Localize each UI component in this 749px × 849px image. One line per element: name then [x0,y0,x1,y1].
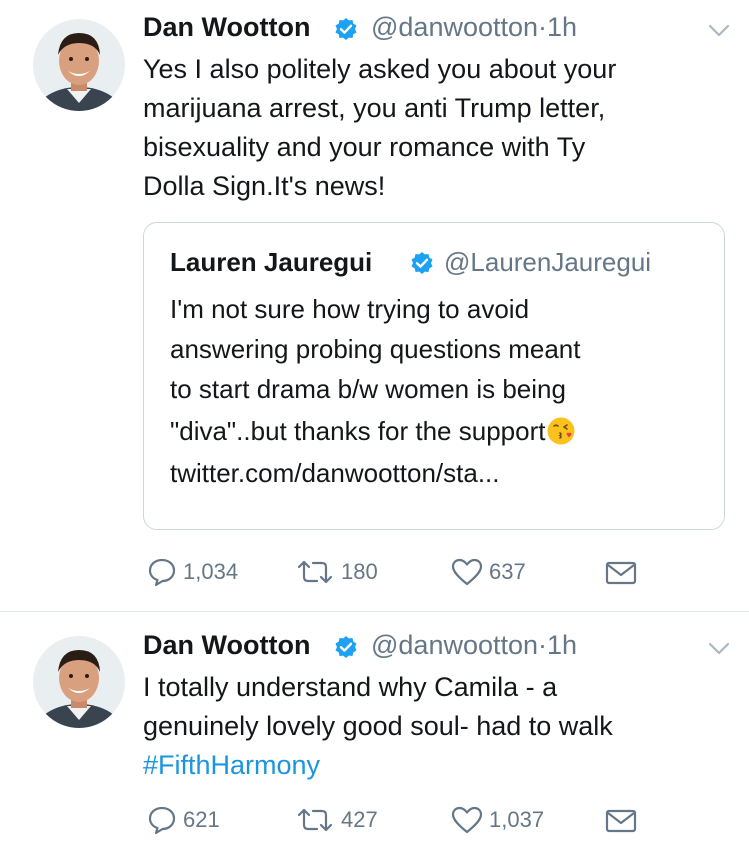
like-count: 637 [489,559,526,584]
separator: · [538,12,548,42]
quoted-text: "diva"..but thanks for the support [170,416,546,446]
retweet-icon [295,805,335,835]
quoted-text-line: answering probing questions meant [170,334,581,364]
handle-text: @danwootton [371,12,539,42]
separator: · [538,630,548,660]
retweet-count: 180 [341,559,378,584]
quoted-text-line: "diva"..but thanks for the support [170,416,576,447]
tweet-text-line: Yes I also politely asked you about your [143,54,617,84]
reply-count: 621 [183,807,220,832]
quoted-link[interactable]: twitter.com/danwootton/sta... [170,458,500,489]
tweet-text-line: marijuana arrest, you anti Trump letter, [143,93,606,123]
like-button[interactable]: 1,037 [451,805,544,835]
avatar[interactable] [33,19,125,111]
quoted-author-name: Lauren Jauregui [170,247,373,277]
verified-badge-icon [410,251,434,275]
quoted-tweet[interactable]: Lauren Jauregui @LaurenJauregui I'm not … [143,222,725,530]
tweet-text-line: genuinely lovely good soul- had to walk [143,711,613,741]
hashtag-link[interactable]: #FifthHarmony [143,746,320,785]
timestamp[interactable]: 1h [547,12,577,42]
heart-icon [451,805,483,835]
like-button[interactable]: 637 [451,557,526,587]
retweet-icon [295,557,335,587]
tweet-text-line: bisexuality and your romance with Ty [143,132,586,162]
reply-button[interactable]: 621 [147,805,220,835]
retweet-button[interactable]: 427 [295,805,378,835]
mail-icon [605,808,637,834]
retweet-button[interactable]: 180 [295,557,378,587]
verified-badge-icon [334,17,358,41]
direct-message-button[interactable] [605,808,637,834]
quoted-author-handle: @LaurenJauregui [444,247,652,277]
tweet-text-line: Dolla Sign.It's news! [143,171,386,201]
quoted-text-line: I'm not sure how trying to avoid [170,294,530,324]
author-name[interactable]: Dan Wootton [143,630,310,661]
chevron-down-icon[interactable] [708,642,730,656]
chevron-down-icon[interactable] [708,24,730,38]
timestamp[interactable]: 1h [547,630,577,660]
like-count: 1,037 [489,807,545,832]
mail-icon [605,560,637,586]
author-handle[interactable]: @danwootton·1h [371,12,577,43]
tweet-text-line: I totally understand why Camila - a [143,672,558,702]
reply-icon [147,557,177,587]
direct-message-button[interactable] [605,560,637,586]
avatar[interactable] [33,636,125,728]
author-handle[interactable]: @danwootton·1h [371,630,577,661]
quoted-text-line: to start drama b/w women is being [170,374,566,404]
handle-text: @danwootton [371,630,539,660]
heart-icon [451,557,483,587]
tweet[interactable]: Dan Wootton @danwootton·1h Yes I also po… [0,0,749,612]
reply-button[interactable]: 1,034 [147,557,238,587]
kissing-face-emoji [546,416,576,446]
retweet-count: 427 [341,807,378,832]
reply-count: 1,034 [183,559,239,584]
verified-badge-icon [334,635,358,659]
reply-icon [147,805,177,835]
tweet[interactable]: Dan Wootton @danwootton·1h I totally und… [0,612,749,849]
author-name[interactable]: Dan Wootton [143,12,310,43]
